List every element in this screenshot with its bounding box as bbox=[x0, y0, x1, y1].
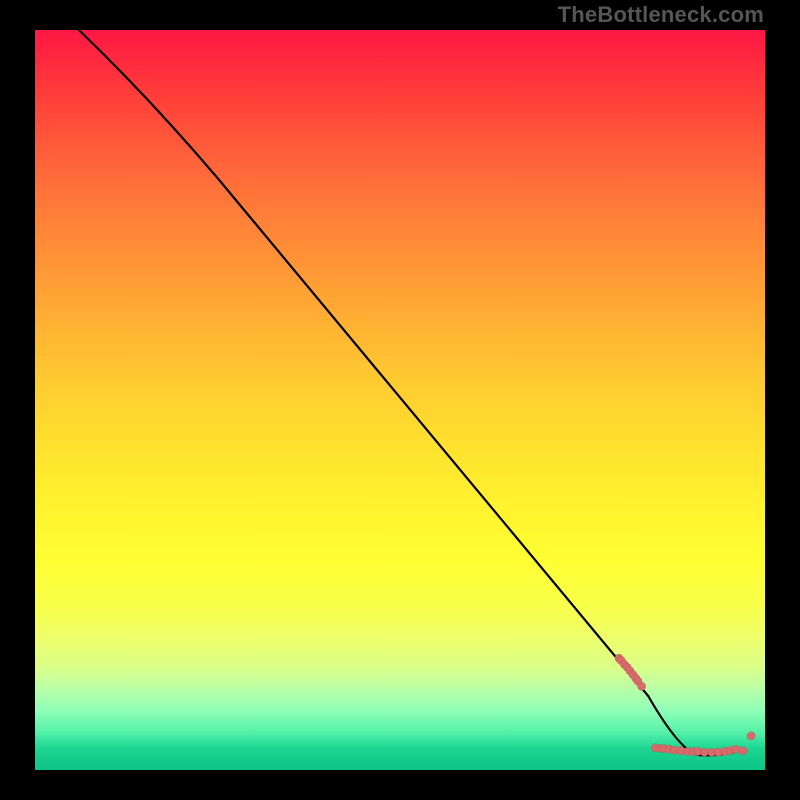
data-points-group bbox=[615, 654, 756, 756]
bottleneck-curve bbox=[79, 30, 743, 755]
chart-overlay-svg bbox=[35, 30, 765, 770]
data-point bbox=[747, 732, 755, 740]
chart-plot-area bbox=[35, 30, 765, 770]
data-point bbox=[739, 747, 747, 755]
data-point bbox=[732, 745, 740, 753]
chart-stage: TheBottleneck.com bbox=[0, 0, 800, 800]
watermark-text: TheBottleneck.com bbox=[558, 2, 764, 28]
data-point bbox=[637, 682, 645, 690]
